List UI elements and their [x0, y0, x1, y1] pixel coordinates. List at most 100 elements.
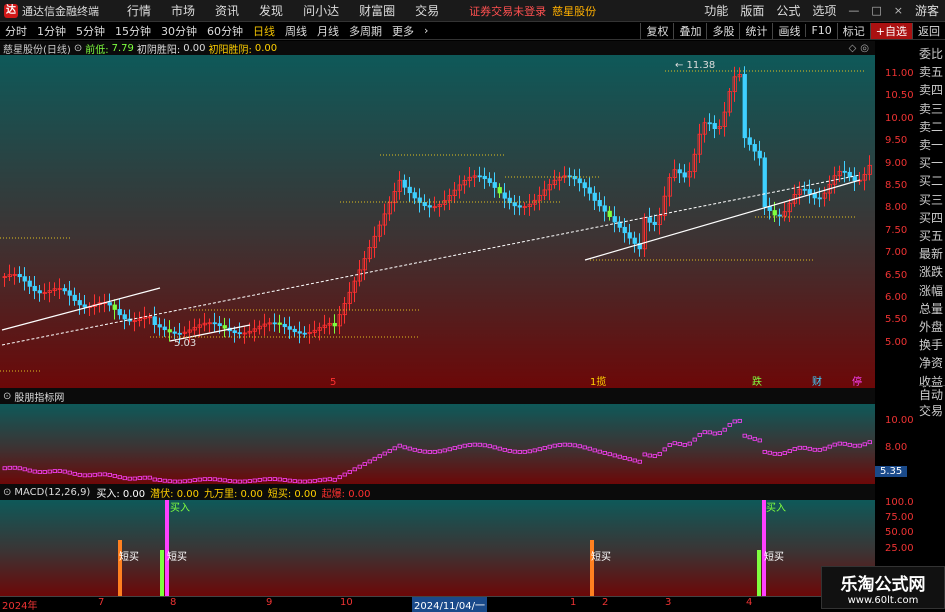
ind1-bar — [542, 446, 547, 450]
indicator2-header: ⊙ MACD(12,26,9) 买入: 0.00 潜伏: 0.00 九万里: 0.0… — [0, 484, 875, 500]
quote-field-14[interactable]: 总量 — [919, 300, 945, 317]
period-60min[interactable]: 60分钟 — [202, 23, 248, 39]
ind1-bar — [392, 446, 397, 451]
period-monthly[interactable]: 月线 — [312, 23, 344, 39]
quote-field-0[interactable]: 委比 — [919, 45, 945, 62]
ind1-bar — [227, 479, 232, 483]
menu-wenxiaoda[interactable]: 问小达 — [293, 2, 349, 19]
watermark-badge: 乐淘公式网 www.60lt.com — [821, 566, 945, 609]
diamond-icon[interactable]: ◇ — [849, 43, 857, 54]
current-stock-name: 慈星股份 — [552, 4, 597, 18]
kline-candle — [772, 210, 777, 216]
ind1-bar — [452, 446, 457, 450]
kline-candle — [492, 182, 497, 188]
quote-field-6[interactable]: 买一 — [919, 154, 945, 171]
login-notice[interactable]: 证券交易未登录 — [469, 3, 546, 19]
tool-duogu[interactable]: 多股 — [706, 22, 739, 39]
quote-field-8[interactable]: 买三 — [919, 191, 945, 208]
quote-field-16[interactable]: 换手 — [919, 336, 945, 353]
period-daily[interactable]: 日线 — [248, 23, 280, 39]
period-toolbar: 分时 1分钟 5分钟 15分钟 30分钟 60分钟 日线 周线 月线 多周期 更… — [0, 22, 945, 40]
signal-bar — [160, 550, 164, 596]
tool-diejia[interactable]: 叠加 — [673, 22, 706, 39]
quote-field-7[interactable]: 买二 — [919, 172, 945, 189]
ind1-bar — [232, 479, 237, 484]
ind1-bar — [657, 452, 662, 456]
tool-biaoji[interactable]: 标记 — [836, 22, 870, 39]
ind1-bar — [272, 477, 277, 482]
period-fenshi[interactable]: 分时 — [0, 23, 32, 39]
kline-candle — [162, 326, 167, 331]
minimize-icon[interactable]: — — [842, 4, 865, 17]
menu-caifuquan[interactable]: 财富圈 — [349, 2, 405, 19]
tool-tongji[interactable]: 统计 — [739, 22, 772, 39]
period-5min[interactable]: 5分钟 — [71, 23, 110, 39]
user-label[interactable]: 游客 — [909, 2, 945, 19]
trend-line — [1, 287, 161, 331]
ind1-bar — [297, 479, 302, 484]
kline-chart[interactable]: ← 11.38 5.03 5 1揽 跌 财 停 — [0, 55, 875, 388]
ind1-bar — [432, 449, 437, 454]
ind1-bar — [167, 479, 172, 484]
tool-huaxian[interactable]: 画线 — [772, 22, 805, 39]
yang-value: 0.00 — [254, 42, 278, 54]
dropdown-icon[interactable]: ⊙ — [74, 43, 82, 54]
ind1-bar — [362, 462, 367, 466]
watermark-url: www.60lt.com — [847, 595, 919, 606]
menu-banmian[interactable]: 版面 — [734, 2, 770, 19]
tool-add-watchlist[interactable]: +自选 — [869, 22, 912, 39]
kline-candle — [627, 232, 632, 239]
chevron-right-icon[interactable]: › — [419, 24, 433, 37]
quote-field-10[interactable]: 买五 — [919, 227, 945, 244]
ind1-bar — [532, 448, 537, 453]
menu-faxian[interactable]: 发现 — [249, 2, 293, 19]
quote-field-12[interactable]: 涨跌 — [919, 263, 945, 280]
price-axis: 11.00 10.50 10.00 9.50 9.00 8.50 8.00 7.50 7.00 6… — [875, 55, 917, 388]
quote-field-15[interactable]: 外盘 — [919, 318, 945, 335]
tool-f10[interactable]: F10 — [805, 24, 836, 37]
menu-jiaoyi[interactable]: 交易 — [405, 2, 449, 19]
menu-shichang[interactable]: 市场 — [161, 2, 205, 19]
quote-field-19[interactable]: 自动 — [919, 385, 945, 403]
indicator2-svg: 短买 短买 短买 短买 买入 买入 — [118, 500, 786, 596]
period-1min[interactable]: 1分钟 — [32, 23, 71, 39]
tool-fuquan[interactable]: 复权 — [640, 22, 673, 39]
menu-gongshi[interactable]: 公式 — [770, 2, 806, 19]
indicator1-chart[interactable] — [0, 404, 875, 484]
kline-candle — [172, 331, 177, 334]
quote-field-11[interactable]: 最新 — [919, 245, 945, 262]
ind1-bar — [97, 472, 102, 477]
menu-gongneng[interactable]: 功能 — [698, 2, 734, 19]
tool-back[interactable]: 返回 — [912, 22, 945, 39]
quote-field-13[interactable]: 涨幅 — [919, 282, 945, 299]
quote-field-3[interactable]: 卖三 — [919, 100, 945, 117]
period-multi[interactable]: 多周期 — [344, 23, 387, 39]
dropdown-icon[interactable]: ⊙ — [3, 487, 11, 498]
close-icon[interactable]: × — [888, 4, 909, 17]
period-weekly[interactable]: 周线 — [280, 23, 312, 39]
quote-field-4[interactable]: 卖二 — [919, 118, 945, 135]
menu-xuanxiang[interactable]: 选项 — [806, 2, 842, 19]
quote-field-17[interactable]: 净资 — [919, 354, 945, 371]
menu-zixun[interactable]: 资讯 — [205, 2, 249, 19]
period-more[interactable]: 更多 — [387, 23, 419, 39]
indicator2-chart[interactable]: 短买 短买 短买 短买 买入 买入 — [0, 500, 875, 596]
period-30min[interactable]: 30分钟 — [156, 23, 202, 39]
quote-field-20[interactable]: 交易 — [919, 402, 945, 419]
kline-candle — [762, 157, 767, 208]
ind1-bar — [252, 478, 257, 483]
period-15min[interactable]: 15分钟 — [110, 23, 156, 39]
ind1-bar — [312, 478, 317, 483]
kline-candle — [72, 294, 77, 301]
quote-field-2[interactable]: 卖四 — [919, 81, 945, 98]
ind1-bar — [242, 479, 247, 484]
maximize-icon[interactable]: □ — [865, 4, 887, 17]
quote-field-5[interactable]: 卖一 — [919, 136, 945, 153]
menu-hangqing[interactable]: 行情 — [117, 2, 161, 19]
dropdown-icon[interactable]: ⊙ — [3, 391, 11, 402]
signal-bar — [762, 500, 766, 596]
settings-icon[interactable]: ◎ — [860, 43, 869, 54]
quote-field-1[interactable]: 卖五 — [919, 63, 945, 80]
quote-field-9[interactable]: 买四 — [919, 209, 945, 226]
ind1-bar — [577, 444, 582, 449]
